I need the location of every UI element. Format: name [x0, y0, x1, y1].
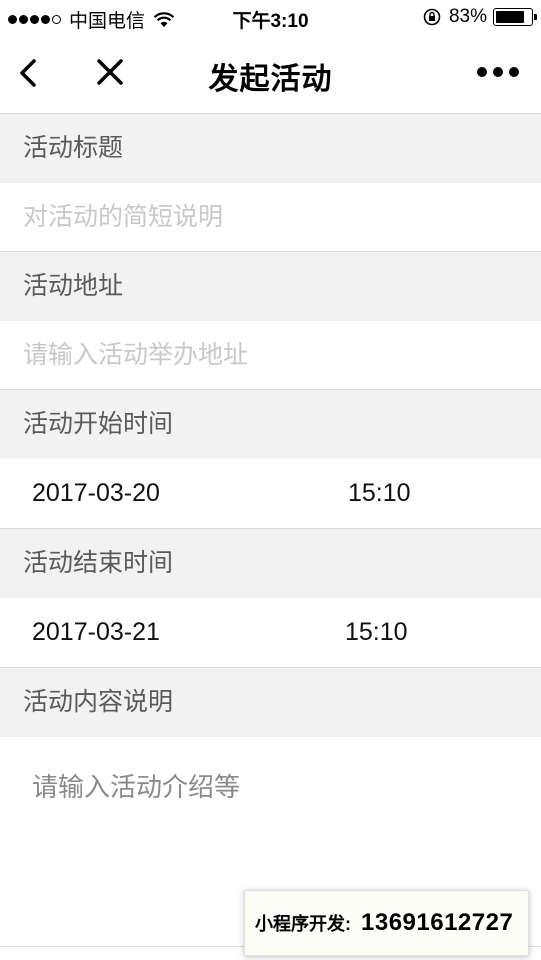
address-input[interactable]: 请输入活动举办地址 [0, 321, 541, 390]
content-label: 活动内容说明 [0, 668, 541, 737]
end-datetime-row: 2017-03-21 15:10 [0, 598, 541, 668]
title-label: 活动标题 [0, 114, 541, 183]
badge-label: 小程序开发: [255, 914, 351, 934]
battery-icon [493, 8, 537, 26]
title-input[interactable]: 对活动的简短说明 [0, 183, 541, 252]
start-datetime-row: 2017-03-20 15:10 [0, 459, 541, 529]
status-bar: 中国电信 下午3:10 83% [0, 0, 541, 36]
start-time-picker[interactable]: 15:10 [348, 479, 411, 508]
start-date-picker[interactable]: 2017-03-20 [32, 479, 160, 508]
page-title: 发起活动 [208, 63, 333, 96]
rotation-lock-icon [423, 8, 441, 26]
battery-percent: 83% [448, 6, 487, 27]
more-icon[interactable] [471, 67, 519, 77]
status-right: 83% [423, 6, 537, 28]
end-time-label: 活动结束时间 [0, 529, 541, 598]
badge-phone: 13691612727 [361, 909, 514, 936]
end-time-picker[interactable]: 15:10 [345, 618, 408, 647]
battery-fill [496, 11, 525, 23]
address-label: 活动地址 [0, 252, 541, 321]
activity-form: 活动标题 对活动的简短说明 活动地址 请输入活动举办地址 活动开始时间 2017… [0, 114, 541, 947]
contact-badge: 小程序开发: 13691612727 [244, 890, 529, 956]
end-date-picker[interactable]: 2017-03-21 [32, 618, 160, 647]
nav-bar: 发起活动 [0, 36, 541, 114]
start-time-label: 活动开始时间 [0, 390, 541, 459]
